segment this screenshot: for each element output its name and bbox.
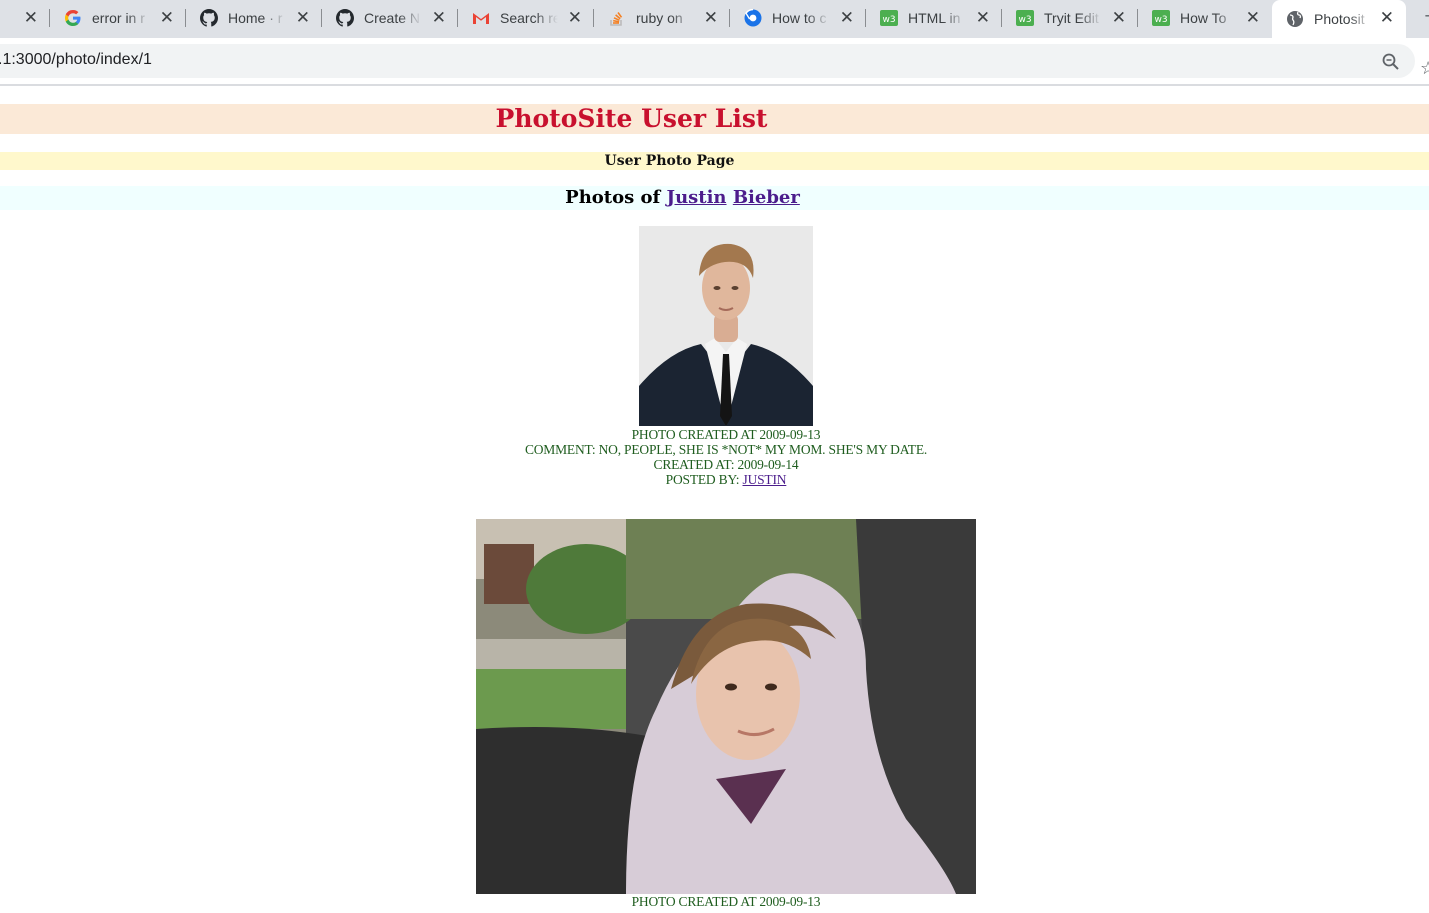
user-photo xyxy=(639,226,813,426)
tab-4[interactable]: Search re ✕ xyxy=(458,0,594,36)
photo-created-date: Photo created at 2009-09-13 xyxy=(631,427,821,442)
svg-text:w3: w3 xyxy=(1018,15,1031,25)
tab-strip: ✕ error in r ✕ Home · r ✕ Create N ✕ Sea… xyxy=(0,0,1429,38)
tab-5[interactable]: ruby on ✕ xyxy=(594,0,730,36)
browser-toolbar: .1:3000/photo/index/1 ☆ xyxy=(0,38,1429,86)
photos-heading: Photos of Justin Bieber xyxy=(0,186,1429,210)
photo-caption: Photo created at 2009-09-13 Comment: No,… xyxy=(426,427,1026,487)
close-tab-icon[interactable]: ✕ xyxy=(704,8,718,28)
close-tab-icon[interactable]: ✕ xyxy=(976,8,990,28)
user-last-name-link[interactable]: Bieber xyxy=(733,187,800,208)
close-tab-icon[interactable]: ✕ xyxy=(296,8,310,28)
photo-created-date: Photo created at 2009-09-13 xyxy=(631,894,821,909)
tab-3[interactable]: Create N ✕ xyxy=(322,0,458,36)
close-tab-icon[interactable]: ✕ xyxy=(24,8,38,28)
globe-icon xyxy=(1286,10,1304,28)
github-icon xyxy=(336,9,354,27)
close-tab-icon[interactable]: ✕ xyxy=(568,8,582,28)
github-icon xyxy=(200,9,218,27)
tab-active-photosite[interactable]: Photosit ✕ xyxy=(1272,0,1406,38)
posted-by-link[interactable]: Justin xyxy=(743,472,787,487)
comment-created-date: Created at: 2009-09-14 xyxy=(653,457,799,472)
page-title: PhotoSite User List xyxy=(0,104,1429,134)
close-tab-icon[interactable]: ✕ xyxy=(1112,8,1126,28)
google-icon xyxy=(64,9,82,27)
tab-1[interactable]: error in r ✕ xyxy=(50,0,186,36)
w3schools-icon: w3 xyxy=(1152,9,1170,27)
photo-caption: Photo created at 2009-09-13 xyxy=(426,894,1026,909)
tab-6[interactable]: How to c ✕ xyxy=(730,0,866,36)
svg-text:w3: w3 xyxy=(1154,15,1167,25)
posted-by: Posted by: Justin xyxy=(426,472,1026,487)
tab-2[interactable]: Home · r ✕ xyxy=(186,0,322,36)
photos-heading-prefix: Photos of xyxy=(565,187,661,208)
close-tab-icon[interactable]: ✕ xyxy=(1380,8,1394,28)
stackoverflow-icon xyxy=(608,9,626,27)
svg-text:w3: w3 xyxy=(882,15,895,25)
w3schools-icon: w3 xyxy=(880,9,898,27)
address-bar[interactable]: .1:3000/photo/index/1 ☆ xyxy=(0,44,1429,79)
tab-9[interactable]: w3 How To ✕ xyxy=(1138,0,1272,36)
url-text[interactable]: .1:3000/photo/index/1 xyxy=(0,51,152,69)
comment-text: Comment: No, people, she is *not* my mom… xyxy=(524,442,928,457)
new-tab-icon[interactable]: + xyxy=(1424,6,1429,27)
chromium-icon xyxy=(744,9,762,27)
close-tab-icon[interactable]: ✕ xyxy=(160,8,174,28)
close-tab-icon[interactable]: ✕ xyxy=(1246,8,1260,28)
tab-7[interactable]: w3 HTML in ✕ xyxy=(866,0,1002,36)
bookmark-star-icon[interactable]: ☆ xyxy=(1420,58,1429,79)
gmail-icon xyxy=(472,9,490,27)
tab-8[interactable]: w3 Tryit Edit ✕ xyxy=(1002,0,1138,36)
page-subtitle: User Photo Page xyxy=(0,152,1429,170)
w3schools-icon: w3 xyxy=(1016,9,1034,27)
posted-by-label: Posted by: xyxy=(665,472,740,487)
close-tab-icon[interactable]: ✕ xyxy=(432,8,446,28)
tab-0[interactable]: ✕ xyxy=(0,0,50,36)
close-tab-icon[interactable]: ✕ xyxy=(840,8,854,28)
user-first-name-link[interactable]: Justin xyxy=(667,187,727,208)
user-photo xyxy=(476,519,976,894)
zoom-icon[interactable] xyxy=(1381,52,1401,72)
